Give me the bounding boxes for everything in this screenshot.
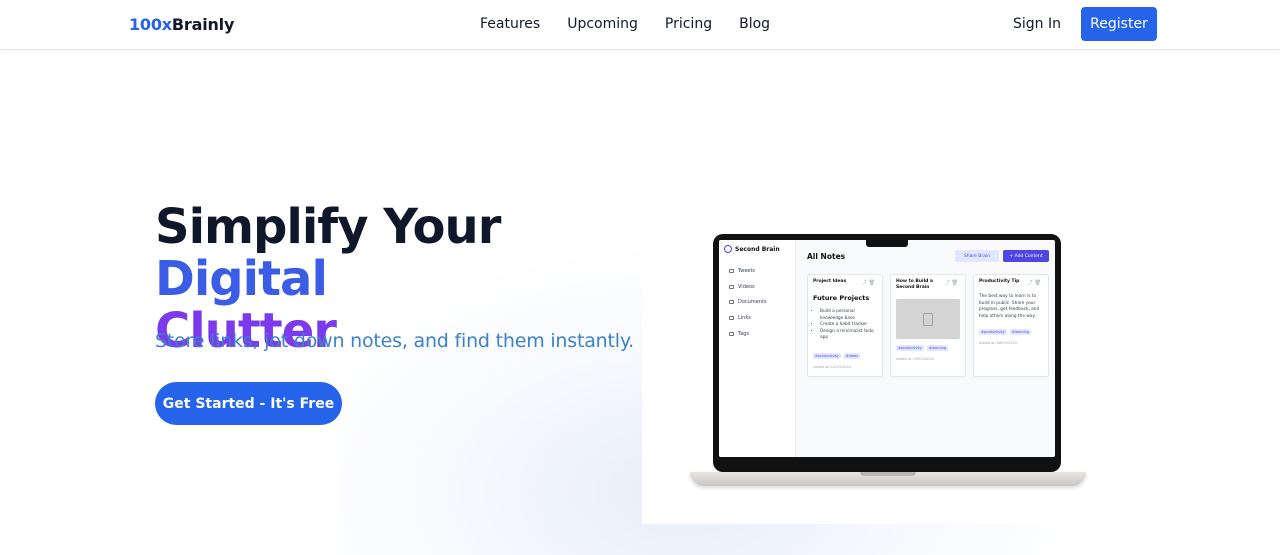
- mockup-sidebar-item-tags: Tags: [729, 331, 749, 337]
- mockup-brand-label: Second Brain: [735, 245, 780, 253]
- sidebar-label: Tweets: [738, 268, 756, 274]
- brain-icon: [724, 245, 732, 253]
- card-tags: #productivity #learning: [979, 329, 1032, 335]
- sidebar-label: Links: [738, 315, 751, 321]
- card-tag: #ideas: [843, 353, 861, 359]
- card-actions-icons: ⤴🗑: [861, 280, 877, 286]
- card-heading: Future Projects: [813, 294, 870, 302]
- mockup-card-project-ideas: Project Ideas ⤴🗑 Future Projects Build a…: [807, 274, 883, 377]
- card-date: Added on 09/03/2024: [896, 357, 934, 361]
- card-tag: #productivity: [979, 329, 1007, 335]
- card-tag: #learning: [926, 345, 949, 351]
- get-started-button[interactable]: Get Started - It's Free: [155, 382, 342, 425]
- card-date: Added on 08/03/2024: [979, 341, 1017, 345]
- card-title: Productivity Tip: [979, 279, 1020, 284]
- card-actions-icons: ⤴🗑: [1027, 280, 1043, 286]
- tweet-icon: [729, 269, 734, 273]
- nav-link-features[interactable]: Features: [480, 16, 540, 32]
- hash-icon: [729, 332, 734, 336]
- card-tags: #productivity #ideas: [813, 353, 861, 359]
- card-title: Project Ideas: [813, 279, 847, 284]
- sidebar-label: Documents: [738, 299, 767, 305]
- mockup-sidebar: Second Brain Tweets Videos Documents Lin…: [719, 240, 796, 457]
- mockup-card-second-brain: How to Build a Second Brain ⤴🗑 #producti…: [890, 274, 966, 377]
- nav-links: Features Upcoming Pricing Blog: [480, 16, 797, 32]
- video-icon: [729, 285, 734, 289]
- mockup-sidebar-item-documents: Documents: [729, 299, 767, 305]
- logo-suffix: Brainly: [171, 15, 235, 34]
- mockup-main-title: All Notes: [807, 252, 846, 261]
- document-thumbnail: [896, 299, 960, 339]
- document-icon: [923, 312, 933, 326]
- card-bullet: Design a minimalist todo app: [820, 329, 879, 342]
- card-bullet: Build a personal knowledge base: [820, 309, 879, 322]
- mockup-sidebar-item-videos: Videos: [729, 284, 755, 290]
- link-icon: [729, 316, 734, 320]
- card-tags: #productivity #learning: [896, 345, 949, 351]
- nav-link-pricing[interactable]: Pricing: [665, 16, 712, 32]
- document-icon: [729, 300, 734, 304]
- card-title: How to Build a Second Brain: [896, 279, 933, 290]
- card-actions-icons: ⤴🗑: [944, 280, 960, 286]
- hero-title-part1: Simplify Your: [155, 199, 501, 255]
- sidebar-label: Tags: [738, 331, 750, 337]
- card-tag: #learning: [1009, 329, 1032, 335]
- mockup-card-productivity-tip: Productivity Tip ⤴🗑 The best way to lear…: [973, 274, 1049, 377]
- sidebar-label: Videos: [738, 284, 755, 290]
- mockup-sidebar-item-links: Links: [729, 315, 751, 321]
- top-navbar: 100xBrainly Features Upcoming Pricing Bl…: [0, 0, 1280, 50]
- mockup-add-content-button: + Add Content: [1003, 250, 1049, 262]
- laptop-screen-app: Second Brain Tweets Videos Documents Lin…: [719, 240, 1055, 457]
- laptop-lip: [860, 472, 916, 476]
- card-text: The best way to learn is to build in pub…: [979, 294, 1040, 319]
- logo-prefix: 100x: [129, 15, 172, 34]
- card-tag: #productivity: [896, 345, 924, 351]
- mockup-brand: Second Brain: [724, 245, 780, 253]
- nav-link-upcoming[interactable]: Upcoming: [567, 16, 638, 32]
- card-date: Added on 10/03/2024: [813, 365, 851, 369]
- card-tag: #productivity: [813, 353, 841, 359]
- mockup-share-button: Share Brain: [955, 250, 999, 262]
- hero-subtitle: Store links, jot down notes, and find th…: [155, 330, 635, 352]
- mockup-sidebar-item-tweets: Tweets: [729, 268, 755, 274]
- sign-in-link[interactable]: Sign In: [1013, 16, 1061, 32]
- laptop-notch: [866, 240, 908, 247]
- hero-title-part2: Digital: [155, 251, 328, 307]
- brand-logo[interactable]: 100xBrainly: [129, 15, 234, 34]
- nav-link-blog[interactable]: Blog: [739, 16, 770, 32]
- card-bullets: Build a personal knowledge base Create a…: [813, 309, 879, 342]
- register-button[interactable]: Register: [1081, 7, 1157, 41]
